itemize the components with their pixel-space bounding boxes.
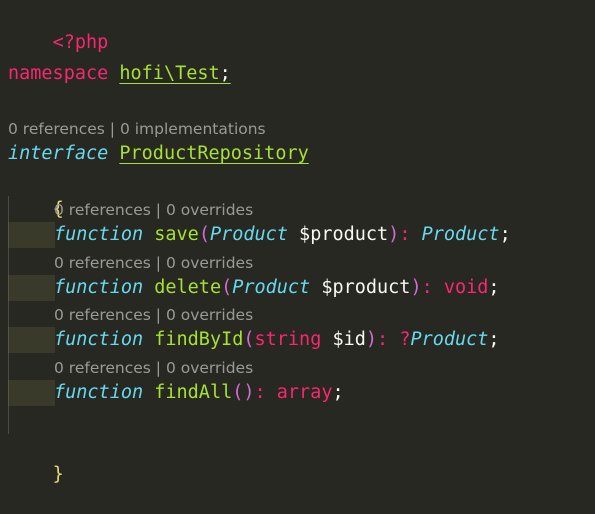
php-open-tag: <?php [52, 32, 109, 53]
method-name-save[interactable]: save [154, 224, 199, 245]
return-colon: : [377, 329, 389, 350]
semicolon: ; [488, 277, 500, 298]
param-variable: $id [321, 329, 366, 350]
code-line-open-tag[interactable]: <?php [8, 4, 109, 53]
return-type: Product [421, 224, 500, 245]
param-type: string [254, 329, 322, 350]
namespace-semicolon: ; [219, 63, 231, 84]
function-keyword: function [54, 382, 144, 403]
close-paren: ) [365, 329, 378, 350]
open-paren: ( [232, 382, 244, 403]
codelens-save[interactable]: 0 references | 0 overrides [54, 200, 253, 220]
indent-highlight [8, 380, 55, 406]
namespace-name[interactable]: hofi\Test [119, 63, 219, 84]
close-brace: } [52, 464, 64, 485]
indent-highlight [8, 222, 55, 248]
codelens-interface[interactable]: 0 references | 0 implementations [8, 119, 266, 139]
function-keyword: function [54, 224, 144, 245]
code-line-interface[interactable]: interface ProductRepository [8, 141, 309, 167]
param-type: Product [232, 277, 311, 298]
code-line-open-brace[interactable]: { [8, 171, 64, 220]
code-line-findbyid[interactable]: function findById(string $id): ?Product; [54, 327, 500, 353]
codelens-findbyid[interactable]: 0 references | 0 overrides [54, 305, 253, 325]
function-keyword: function [54, 277, 144, 298]
function-keyword: function [54, 329, 144, 350]
codelens-findall[interactable]: 0 references | 0 overrides [54, 358, 253, 378]
open-paren: ( [198, 224, 210, 245]
code-line-findall[interactable]: function findAll(): array; [54, 380, 344, 406]
indent-highlight [8, 275, 55, 301]
close-paren: ) [243, 382, 255, 403]
semicolon: ; [488, 329, 500, 350]
interface-keyword: interface [8, 143, 109, 164]
namespace-keyword: namespace [8, 63, 109, 84]
open-paren: ( [243, 329, 255, 350]
return-type: array [276, 382, 333, 403]
return-type: void [443, 277, 489, 298]
code-line-close-brace[interactable]: } [8, 436, 64, 485]
method-name-findall[interactable]: findAll [154, 382, 232, 403]
return-colon: : [421, 277, 433, 298]
return-colon: : [399, 224, 411, 245]
semicolon: ; [499, 224, 511, 245]
code-line-namespace[interactable]: namespace hofi\Test; [8, 61, 231, 87]
method-name-delete[interactable]: delete [154, 277, 221, 298]
codelens-delete[interactable]: 0 references | 0 overrides [54, 253, 253, 273]
code-line-delete[interactable]: function delete(Product $product): void; [54, 275, 500, 301]
param-variable: $product [310, 277, 411, 298]
close-paren: ) [388, 224, 400, 245]
param-type: Product [209, 224, 288, 245]
open-paren: ( [221, 277, 233, 298]
code-line-save[interactable]: function save(Product $product): Product… [54, 222, 511, 248]
interface-name[interactable]: ProductRepository [119, 143, 308, 164]
close-paren: ) [410, 277, 422, 298]
return-colon: : [254, 382, 266, 403]
return-type: Product [410, 329, 489, 350]
method-name-findbyid[interactable]: findById [154, 329, 243, 350]
indent-highlight [8, 327, 55, 353]
param-variable: $product [287, 224, 389, 245]
nullable-marker: ? [399, 329, 411, 350]
semicolon: ; [332, 382, 344, 403]
